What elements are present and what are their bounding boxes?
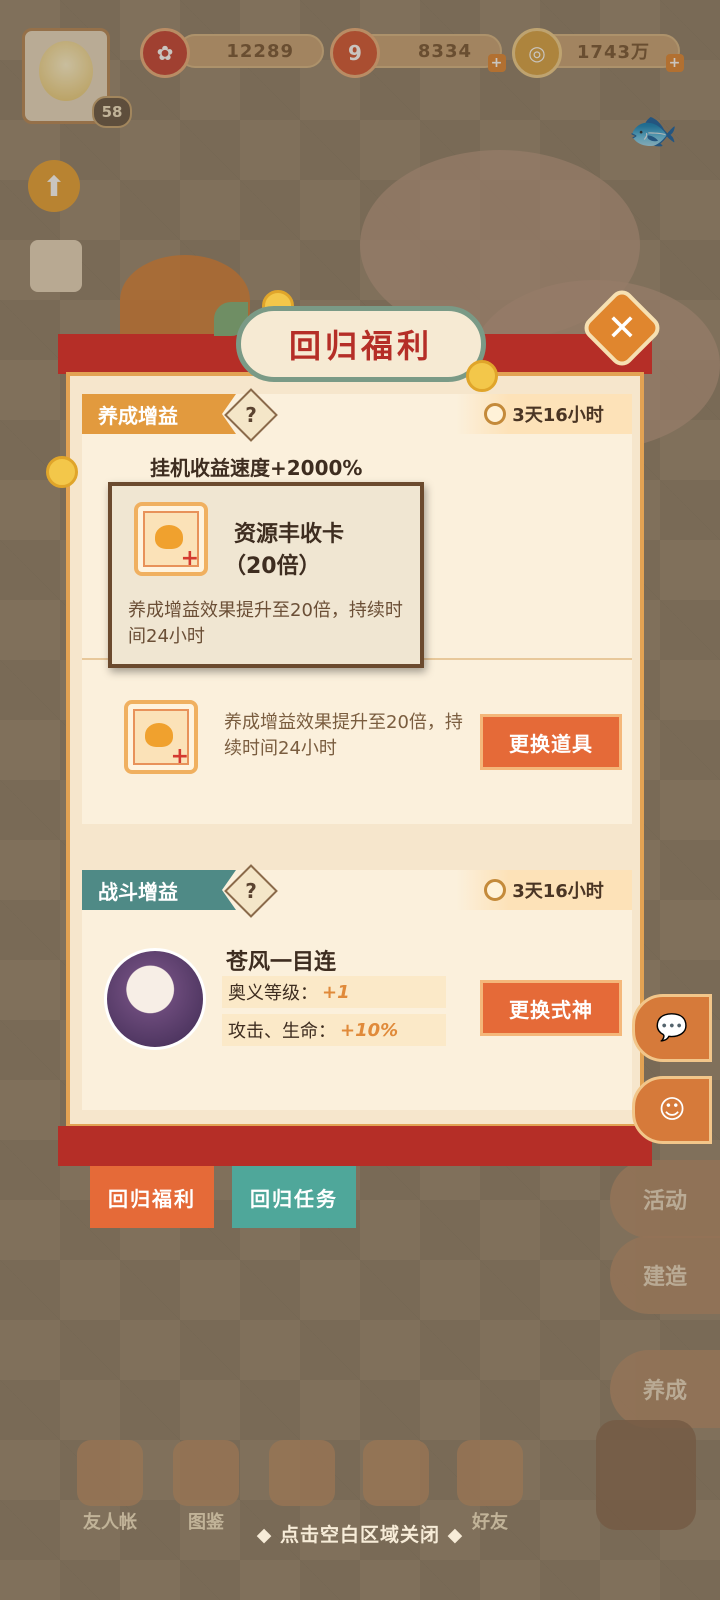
stat-ougi-level: 奥义等级： +1 xyxy=(222,976,446,1008)
close-hint: ◆ 点击空白区域关闭 ◆ xyxy=(256,1524,464,1546)
battle-tab-label: 战斗增益 xyxy=(82,870,236,910)
harvest-card-icon xyxy=(133,709,189,769)
close-icon: ✕ xyxy=(606,307,638,349)
tab-return-tasks[interactable]: 回归任务 xyxy=(232,1166,356,1228)
item-tooltip: 资源丰收卡 （20倍） 养成增益效果提升至20倍，持续时间24小时 xyxy=(108,482,424,668)
flower-decoration-icon xyxy=(46,456,78,488)
character-icon[interactable]: ☺ xyxy=(632,1076,712,1144)
stat-attack-hp: 攻击、生命： +10% xyxy=(222,1014,446,1046)
dialog-bottom-band xyxy=(58,1126,652,1166)
cultivation-timer: 3天16小时 xyxy=(456,394,632,434)
battle-section: 战斗增益 ? 3天16小时 苍风一目连 奥义等级： +1 攻击、生命： +10% 更… xyxy=(82,864,632,1110)
clock-icon xyxy=(484,403,507,425)
idle-income-row: 挂机收益速度+2000% xyxy=(150,456,363,480)
change-shikigami-button[interactable]: 更换式神 xyxy=(480,980,622,1036)
dialog-title: 回归福利 xyxy=(236,306,486,382)
tab-return-benefits[interactable]: 回归福利 xyxy=(90,1166,214,1228)
harvest-card-icon xyxy=(143,511,199,571)
tooltip-description: 养成增益效果提升至20倍，持续时间24小时 xyxy=(128,600,403,647)
tooltip-item-card xyxy=(134,502,208,576)
flower-decoration-icon xyxy=(466,360,498,392)
item-description: 养成增益效果提升至20倍，持续时间24小时 xyxy=(224,712,463,759)
tooltip-multiplier: （20倍） xyxy=(224,554,321,579)
battle-timer: 3天16小时 xyxy=(456,870,632,910)
resource-harvest-card-item[interactable] xyxy=(124,700,198,774)
tooltip-item-name: 资源丰收卡 xyxy=(234,522,345,547)
return-benefits-dialog: 养成增益 ? 3天16小时 挂机收益速度+2000% 养成增益效果提升至20倍，… xyxy=(58,334,652,1166)
cultivation-tab-label: 养成增益 xyxy=(82,394,236,434)
shikigami-portrait[interactable] xyxy=(104,948,206,1050)
chat-icon[interactable]: 💬 xyxy=(632,994,712,1062)
change-item-button[interactable]: 更换道具 xyxy=(480,714,622,770)
shikigami-name: 苍风一目连 xyxy=(226,950,337,975)
clock-icon xyxy=(484,879,507,901)
